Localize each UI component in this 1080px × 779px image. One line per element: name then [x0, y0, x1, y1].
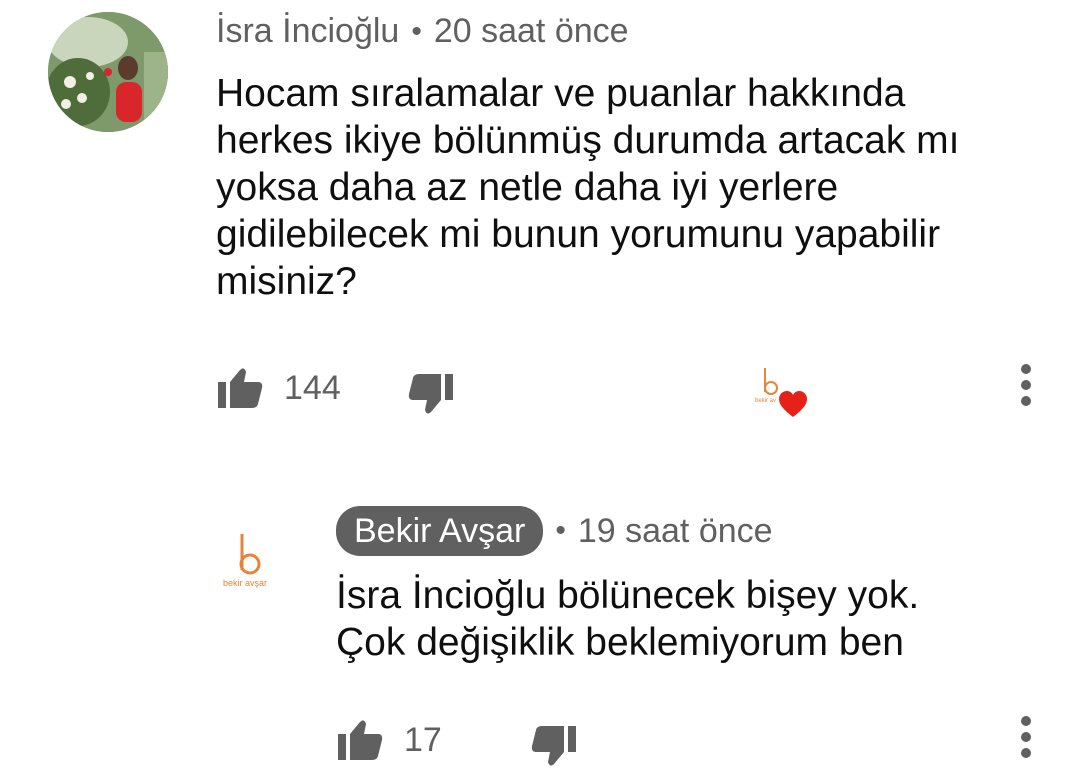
thumbs-down-icon	[408, 374, 453, 414]
reply-body: İsra İncioğlu bölünecek bişey yok. Çok d…	[336, 572, 1056, 666]
reply-actions: 17	[336, 712, 578, 768]
reply-avatar[interactable]: bekir avşar	[192, 500, 312, 620]
brand-logo-icon: bekir avşar	[223, 534, 267, 588]
comment-body: Hocam sıralamalar ve puanlar hakkında he…	[216, 70, 1056, 305]
reply-time[interactable]: 19 saat önce	[578, 512, 773, 551]
heart-icon	[779, 391, 807, 417]
commenter-avatar[interactable]	[48, 12, 168, 132]
comment-line: gidilebilecek mi bunun yorumunu yapabili…	[216, 213, 941, 256]
comment-line: Hocam sıralamalar ve puanlar hakkında	[216, 72, 906, 115]
dislike-button[interactable]	[407, 372, 455, 416]
reply-dislike-button[interactable]	[530, 724, 578, 768]
thumbs-up-icon	[218, 368, 263, 408]
thumbs-up-icon	[338, 720, 383, 760]
comment-line: herkes ikiye bölünmüş durumda artacak mı	[216, 119, 960, 162]
reply-author-owner-badge[interactable]: Bekir Avşar	[336, 506, 544, 556]
comment: İsra İncioğlu • 20 saat önce Hocam sıral…	[0, 0, 1080, 460]
reply-meta: Bekir Avşar • 19 saat önce	[336, 506, 773, 556]
brand-logo-text: bekir avşar	[223, 578, 267, 588]
more-vert-icon	[1021, 716, 1031, 758]
reply-line: Çok değişiklik beklemiyorum ben	[336, 621, 904, 664]
meta-separator: •	[411, 14, 422, 48]
like-button[interactable]	[216, 366, 264, 410]
reply-like-count: 17	[404, 720, 442, 759]
comment-meta: İsra İncioğlu • 20 saat önce	[216, 12, 629, 51]
comment-time[interactable]: 20 saat önce	[434, 12, 629, 51]
reply-more-button[interactable]	[1016, 716, 1036, 763]
like-count: 144	[284, 368, 341, 407]
thumbs-down-icon	[531, 726, 576, 766]
creator-heart-badge[interactable]: bekir av	[752, 364, 812, 420]
more-vert-icon	[1021, 364, 1031, 406]
heart-badge-logo-text: bekir av	[755, 398, 776, 404]
reply-like-button[interactable]	[336, 718, 384, 762]
comment-more-button[interactable]	[1016, 364, 1036, 411]
reply-line: İsra İncioğlu bölünecek bişey yok.	[336, 574, 920, 617]
comment-author[interactable]: İsra İncioğlu	[216, 12, 399, 51]
comment-line: misiniz?	[216, 260, 357, 303]
comment-actions: 144	[216, 360, 455, 416]
meta-separator: •	[555, 514, 566, 547]
comment-line: yoksa daha az netle daha iyi yerlere	[216, 166, 839, 209]
avatar-photo-image	[48, 12, 168, 132]
